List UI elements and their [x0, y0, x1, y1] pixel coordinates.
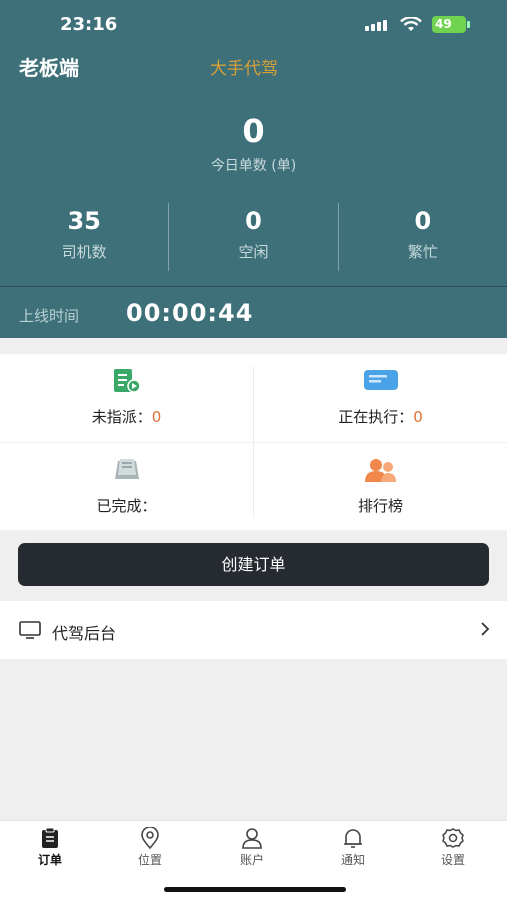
header-panel: 23:16 49 老板端 大手代驾 0 今日单数 (单) 35 司机数 0 空闲… — [0, 0, 507, 338]
user-icon — [242, 828, 262, 849]
stat-label: 空闲 — [238, 243, 269, 261]
battery-icon: 49 — [432, 16, 470, 33]
create-order-button[interactable]: 创建订单 — [18, 543, 489, 586]
gear-icon — [442, 828, 464, 848]
tab-label: 订单 — [37, 853, 62, 867]
executing-label-row: 正在执行：0 — [254, 406, 507, 427]
order-grid: 未指派：0 正在执行：0 已完成： 排行榜 — [0, 354, 507, 530]
chevron-right-icon — [481, 622, 490, 636]
bell-icon — [344, 829, 362, 848]
tab-label: 位置 — [137, 853, 162, 867]
stat-idle: 0 空闲 — [168, 203, 337, 271]
ranking-label: 排行榜 — [357, 497, 403, 515]
stat-value: 0 — [414, 207, 432, 235]
battery-level: 49 — [435, 17, 452, 31]
clipboard-icon — [42, 827, 58, 848]
status-time: 23:16 — [60, 14, 118, 35]
tab-label: 账户 — [239, 853, 264, 867]
stat-value: 35 — [67, 207, 101, 235]
backend-entry[interactable]: 代驾后台 — [0, 601, 507, 659]
tab-orders[interactable]: 订单 — [20, 827, 80, 868]
home-indicator — [164, 887, 346, 892]
executing-orders-button[interactable]: 正在执行：0 — [254, 354, 507, 442]
unassigned-order-icon — [113, 369, 141, 393]
today-orders-value: 0 — [242, 112, 265, 150]
unassigned-orders-button[interactable]: 未指派：0 — [0, 354, 253, 442]
stat-busy: 0 繁忙 — [337, 203, 507, 271]
location-pin-icon — [141, 827, 159, 849]
backend-label: 代驾后台 — [52, 624, 117, 643]
unassigned-label-row: 未指派：0 — [0, 406, 253, 427]
today-orders-label: 今日单数 (单) — [210, 158, 297, 174]
tab-settings[interactable]: 设置 — [423, 827, 483, 868]
stat-label: 司机数 — [61, 243, 107, 261]
tab-notifications[interactable]: 通知 — [323, 827, 383, 868]
signal-icon — [365, 20, 387, 31]
unassigned-label: 未指派： — [91, 408, 152, 426]
monitor-icon — [19, 621, 41, 639]
completed-label: 已完成： — [96, 497, 157, 515]
unassigned-count: 0 — [151, 408, 162, 426]
tab-label: 设置 — [440, 853, 465, 867]
driver-stats: 35 司机数 0 空闲 0 繁忙 — [0, 203, 507, 271]
executing-chat-icon — [363, 370, 398, 390]
online-time-label: 上线时间 — [19, 307, 80, 325]
stat-label: 繁忙 — [407, 243, 438, 261]
completed-orders-button[interactable]: 已完成： — [0, 443, 253, 531]
stat-value: 0 — [245, 207, 262, 235]
completed-stack-icon — [114, 459, 139, 479]
status-bar: 23:16 49 — [0, 12, 507, 40]
brand-name: 大手代驾 — [210, 59, 278, 79]
role-title: 老板端 — [19, 56, 79, 80]
wifi-icon — [400, 17, 422, 31]
executing-count: 0 — [413, 408, 423, 426]
executing-label: 正在执行： — [338, 408, 414, 426]
online-time-value: 00:00:44 — [126, 299, 254, 327]
ranking-button[interactable]: 排行榜 — [254, 443, 507, 531]
tab-location[interactable]: 位置 — [120, 827, 180, 868]
tab-account[interactable]: 账户 — [222, 827, 282, 868]
header-divider — [0, 286, 507, 287]
tab-label: 通知 — [340, 853, 365, 867]
ranking-users-icon — [364, 459, 396, 482]
stat-drivers: 35 司机数 — [0, 203, 168, 271]
